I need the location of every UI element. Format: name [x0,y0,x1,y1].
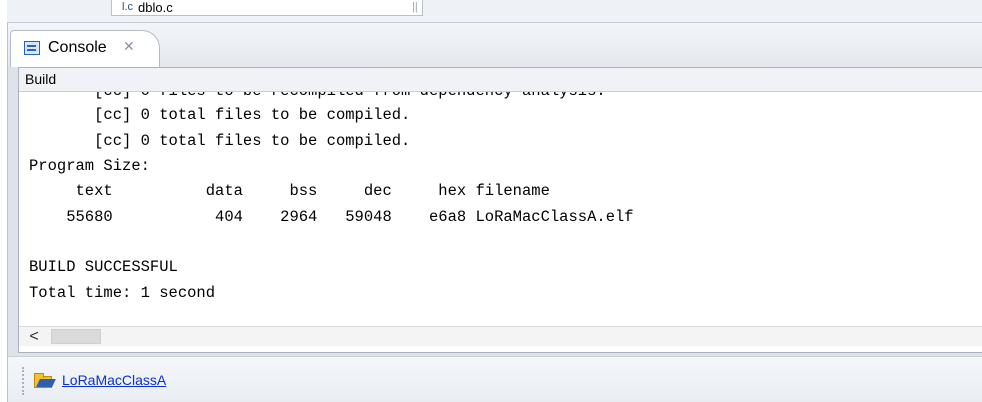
status-bar: LoRaMacClassA [8,356,982,402]
close-icon[interactable]: ✕ [123,38,135,55]
console-line: 55680 404 2964 59048 e6a8 LoRaMacClassA.… [29,208,634,226]
scrollbar-thumb[interactable] [51,329,101,344]
console-header: Build [19,68,982,92]
scroll-left-arrow-icon[interactable]: < [19,327,49,346]
tab-divider-icon: || [412,1,418,13]
c-file-icon: l.c [122,1,133,13]
console-tab-label: Console [48,39,107,56]
grip-icon [22,367,26,395]
console-view: Build [cc] 0 files to be recompiled from… [18,67,982,353]
console-output[interactable]: [cc] 0 files to be recompiled from depen… [19,92,982,324]
project-folder-icon [34,373,52,388]
project-link[interactable]: LoRaMacClassA [62,372,166,388]
editor-tab-dblo[interactable]: l.c dblo.c || [111,0,423,16]
console-line: BUILD SUCCESSFUL [29,258,178,276]
tab-console[interactable]: Console ✕ [10,30,160,67]
console-line: Program Size: [29,157,150,175]
horizontal-scrollbar[interactable]: < [19,326,982,346]
editor-tab-strip: l.c dblo.c || [7,0,982,23]
console-line: [cc] 0 files to be recompiled from depen… [29,92,606,100]
console-icon [24,41,40,55]
console-line: [cc] 0 total files to be compiled. [29,132,411,150]
console-line: Total time: 1 second [29,284,216,302]
editor-tab-label: dblo.c [138,0,173,15]
console-line: [cc] 0 total files to be compiled. [29,106,411,124]
console-title: Build [25,71,57,87]
console-line: text data bss dec hex filename [29,182,550,200]
